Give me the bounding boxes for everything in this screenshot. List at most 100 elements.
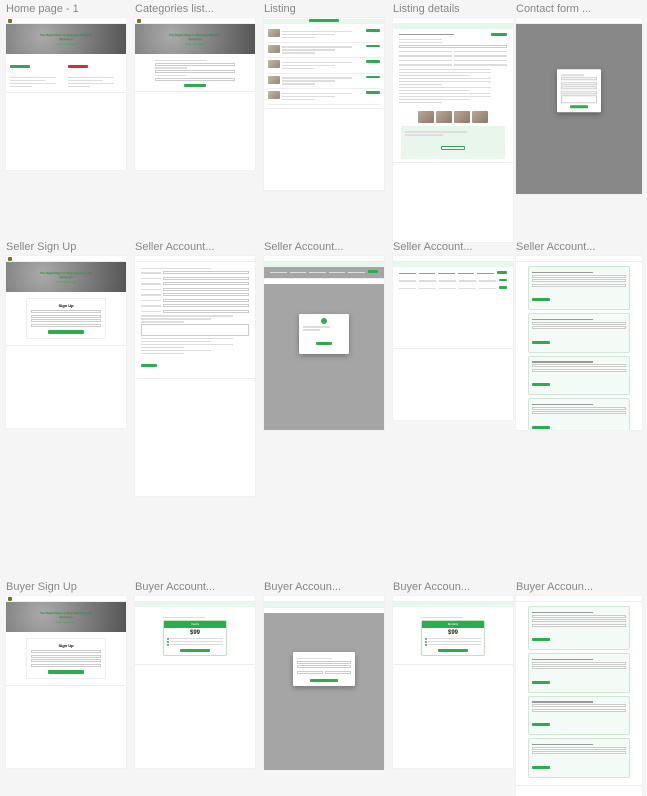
artboard[interactable]: Seller Account...: [516, 240, 642, 430]
view-button[interactable]: [366, 76, 380, 79]
save-button[interactable]: [532, 383, 550, 386]
form-input[interactable]: [532, 326, 626, 329]
form-input[interactable]: [399, 45, 507, 48]
send-button[interactable]: [570, 106, 588, 109]
artboard-thumbnail[interactable]: [516, 18, 642, 194]
form-input[interactable]: [31, 664, 101, 667]
artboard-title[interactable]: Contact form ...: [516, 2, 642, 16]
cta-button-alt[interactable]: [68, 65, 88, 68]
form-input[interactable]: [31, 650, 101, 653]
artboard[interactable]: Buyer Accoun...: [516, 580, 642, 796]
form-input[interactable]: [31, 324, 101, 327]
artboard[interactable]: Home page - 1The Right Place to Buy and …: [6, 2, 126, 170]
form-input[interactable]: [532, 322, 626, 325]
form-input[interactable]: [155, 70, 235, 73]
view-button[interactable]: [366, 60, 380, 63]
action-button[interactable]: [368, 270, 378, 273]
form-input[interactable]: [561, 78, 597, 81]
form-input[interactable]: [561, 91, 597, 94]
artboard-thumbnail[interactable]: [516, 596, 642, 796]
form-input[interactable]: [561, 82, 597, 85]
select-plan-button[interactable]: [438, 649, 468, 653]
form-input[interactable]: [31, 310, 101, 313]
listing-item[interactable]: [268, 43, 380, 59]
select-plan-button[interactable]: [180, 649, 210, 653]
form-input[interactable]: [155, 63, 235, 66]
form-input[interactable]: [561, 87, 597, 90]
form-input[interactable]: [532, 407, 626, 410]
form-input[interactable]: [532, 747, 626, 750]
artboard-thumbnail[interactable]: [264, 18, 384, 190]
header-cta[interactable]: [309, 19, 339, 22]
artboard-thumbnail[interactable]: [264, 596, 384, 770]
form-input[interactable]: [163, 299, 249, 302]
form-input[interactable]: [163, 293, 249, 296]
form-input[interactable]: [297, 661, 351, 664]
form-input[interactable]: [532, 624, 626, 627]
artboard-title[interactable]: Buyer Sign Up: [6, 580, 126, 594]
artboard-title[interactable]: Seller Sign Up: [6, 240, 126, 254]
listing-item[interactable]: [268, 58, 380, 74]
pay-button[interactable]: [310, 679, 338, 683]
gallery-image[interactable]: [472, 111, 488, 123]
artboard[interactable]: Seller Account...: [264, 240, 384, 430]
form-input[interactable]: [532, 411, 626, 414]
artboard-title[interactable]: Buyer Accoun...: [393, 580, 513, 594]
edit-button[interactable]: [499, 279, 507, 282]
form-input[interactable]: [532, 666, 626, 669]
artboard[interactable]: Seller Account...: [393, 240, 513, 420]
artboard[interactable]: Seller Account...: [135, 240, 255, 496]
form-input[interactable]: [532, 275, 626, 278]
artboard-title[interactable]: Buyer Account...: [135, 580, 255, 594]
artboard-thumbnail[interactable]: The Right Place to Buy and Sell yourBusi…: [6, 596, 126, 768]
ok-button[interactable]: [316, 342, 332, 345]
form-input[interactable]: [31, 655, 101, 658]
form-input[interactable]: [532, 751, 626, 754]
save-button[interactable]: [532, 723, 550, 726]
form-input[interactable]: [31, 315, 101, 318]
table-row[interactable]: [399, 286, 507, 291]
form-input[interactable]: [325, 671, 351, 674]
form-input[interactable]: [532, 279, 626, 282]
artboard[interactable]: Buyer Accoun... Monthly$99: [393, 580, 513, 768]
form-input[interactable]: [297, 665, 351, 668]
view-button[interactable]: [366, 29, 380, 32]
view-button[interactable]: [366, 45, 380, 48]
form-input[interactable]: [532, 364, 626, 367]
artboard-thumbnail[interactable]: The Right Place to Buy and Sell yourBusi…: [6, 18, 126, 170]
artboard-title[interactable]: Listing details: [393, 2, 513, 16]
view-button[interactable]: [366, 91, 380, 94]
cta-banner-button[interactable]: [441, 146, 465, 150]
listing-item[interactable]: [268, 89, 380, 105]
artboard-thumbnail[interactable]: [135, 256, 255, 496]
artboard[interactable]: Buyer Accoun...: [264, 580, 384, 770]
form-input[interactable]: [31, 319, 101, 322]
form-input[interactable]: [155, 78, 235, 81]
edit-button[interactable]: [499, 286, 507, 289]
form-input[interactable]: [532, 619, 626, 622]
artboard[interactable]: Buyer Account...Yearly$99: [135, 580, 255, 768]
artboard[interactable]: Categories list... The Right Place to Buy…: [135, 2, 255, 170]
gallery-image[interactable]: [436, 111, 452, 123]
artboard-thumbnail[interactable]: Monthly$99: [393, 596, 513, 768]
artboard-title[interactable]: Buyer Accoun...: [516, 580, 642, 594]
artboard[interactable]: Buyer Sign Up The Right Place to Buy and …: [6, 580, 126, 768]
artboard-thumbnail[interactable]: [393, 256, 513, 420]
save-button[interactable]: [532, 426, 550, 429]
save-button[interactable]: [532, 638, 550, 641]
artboard-title[interactable]: Seller Account...: [516, 240, 642, 254]
save-button[interactable]: [532, 766, 550, 769]
artboard-thumbnail[interactable]: [516, 256, 642, 430]
form-input[interactable]: [532, 709, 626, 712]
form-input[interactable]: [532, 284, 626, 287]
save-button[interactable]: [532, 298, 550, 301]
submit-button[interactable]: [141, 364, 157, 367]
form-input[interactable]: [532, 369, 626, 372]
form-input[interactable]: [163, 310, 249, 313]
artboard-title[interactable]: Seller Account...: [393, 240, 513, 254]
artboard-thumbnail[interactable]: The Right Place to Buy and Sell yourBusi…: [135, 18, 255, 170]
artboard-title[interactable]: Categories list...: [135, 2, 255, 16]
description-textarea[interactable]: [141, 324, 249, 336]
artboard[interactable]: Listing: [264, 2, 384, 190]
artboard[interactable]: Seller Sign UpThe Right Place to Buy and…: [6, 240, 126, 428]
